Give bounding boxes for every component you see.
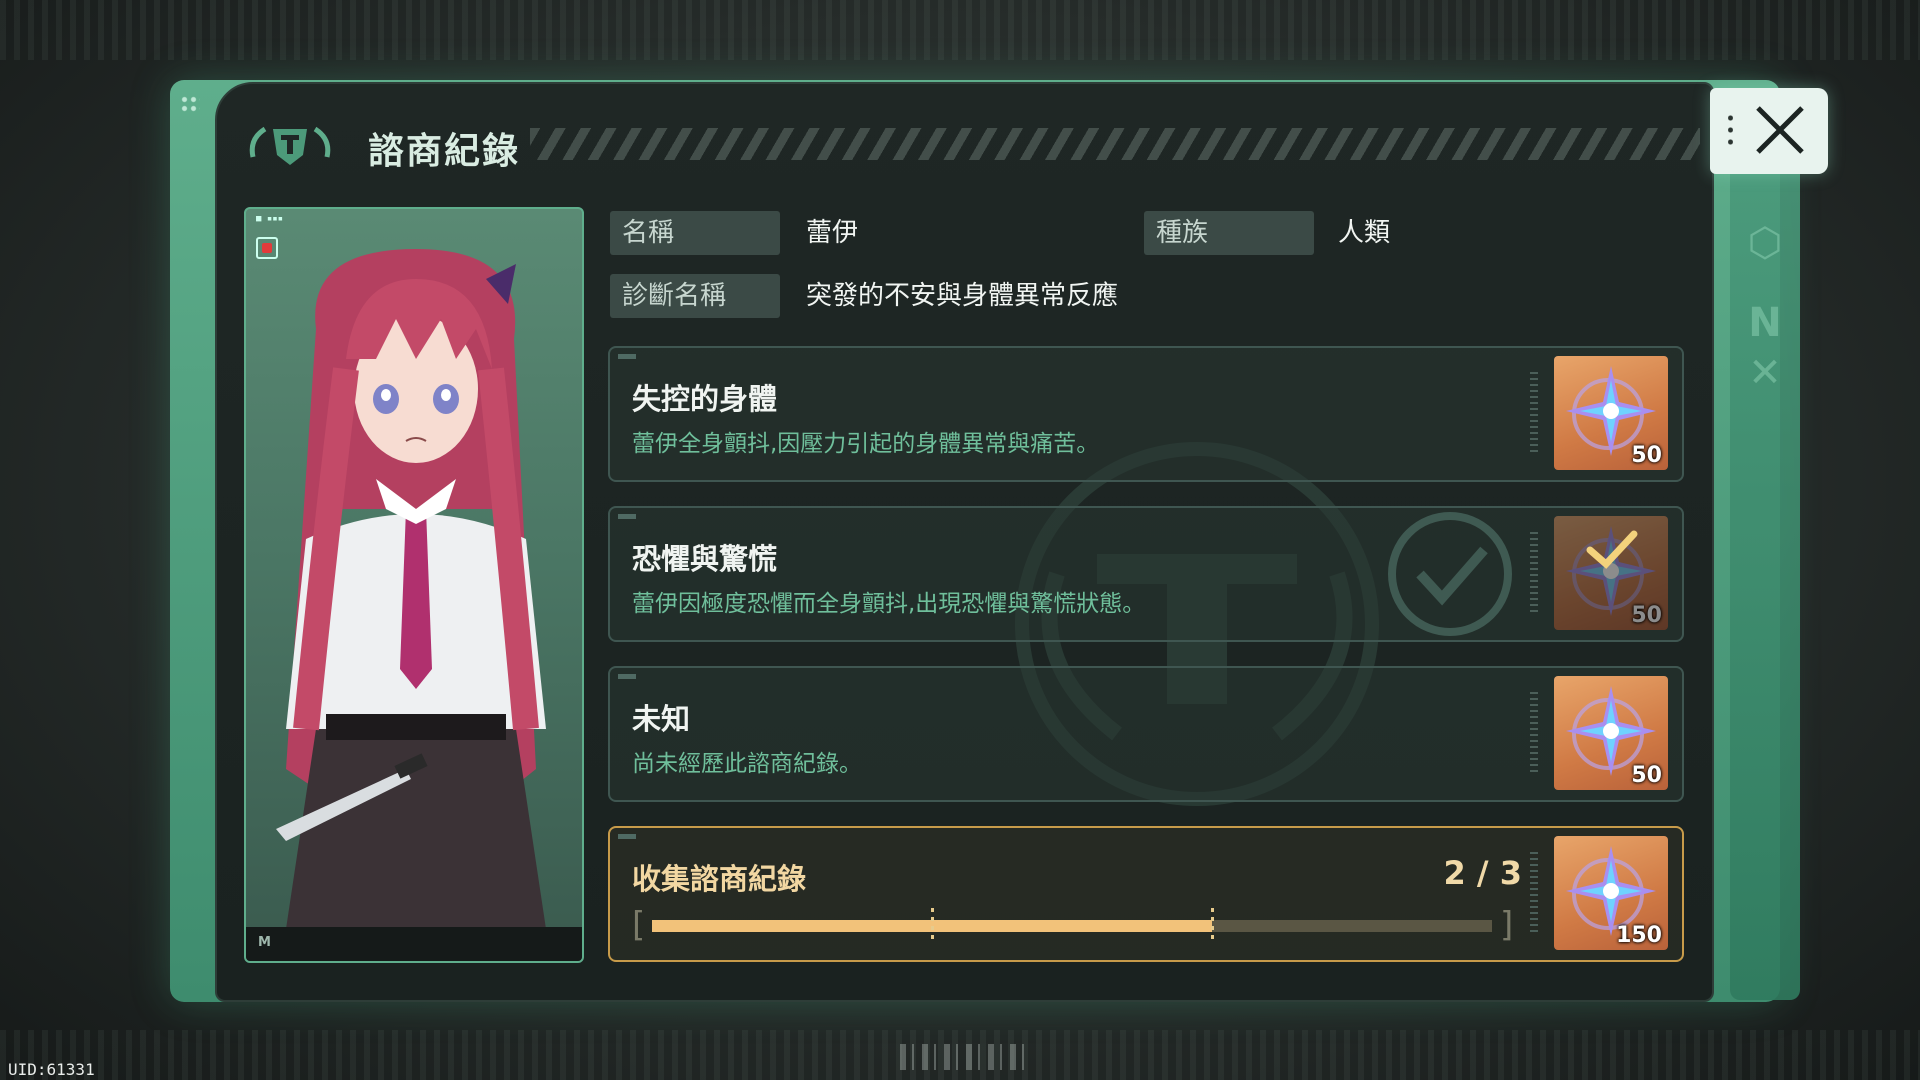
- progress-bracket-left: [: [632, 905, 646, 945]
- card-ticks: [1530, 532, 1538, 616]
- top-decor-band: [0, 0, 1920, 60]
- card-ticks: [1530, 692, 1538, 776]
- diagnosis-value: 突發的不安與身體異常反應: [806, 281, 1119, 311]
- completed-check-icon: [1388, 512, 1512, 636]
- emblem-icon: ⬡: [1747, 220, 1783, 266]
- collection-title: 收集諮商紀錄: [632, 862, 807, 896]
- record-card[interactable]: 恐懼與驚慌 蕾伊因極度恐懼而全身顫抖,出現恐懼與驚慌狀態。 50: [608, 506, 1684, 642]
- close-button[interactable]: [1710, 88, 1828, 174]
- record-card[interactable]: 未知 尚未經歷此諮商紀錄。 50: [608, 666, 1684, 802]
- race-value: 人類: [1338, 218, 1391, 248]
- bottom-barcode-decor: [900, 1044, 1030, 1070]
- record-title: 恐懼與驚慌: [632, 542, 778, 576]
- record-description: 蕾伊因極度恐懼而全身顫抖,出現恐懼與驚慌狀態。: [632, 591, 1146, 617]
- x-glyph-icon: ✕: [1748, 350, 1782, 396]
- portrait-footer: M: [246, 927, 582, 961]
- progress-milestone-marker: [1211, 908, 1214, 944]
- side-decor-strip: ⬡ N ✕: [1730, 160, 1800, 1000]
- uid-text: UID:61331: [8, 1060, 95, 1079]
- card-notch: [618, 514, 636, 519]
- portrait-logo-icon: M: [258, 935, 271, 950]
- card-notch: [618, 674, 636, 679]
- title-bar: 諮商紀錄: [240, 118, 1700, 172]
- collection-count: 2 / 3: [1443, 854, 1523, 892]
- card-notch: [618, 354, 636, 359]
- close-icon: [1756, 106, 1804, 154]
- record-card[interactable]: 失控的身體 蕾伊全身顫抖,因壓力引起的身體異常與痛苦。 50: [608, 346, 1684, 482]
- collection-progress-card[interactable]: 收集諮商紀錄 2 / 3 [ ] 150: [608, 826, 1684, 962]
- reward-amount: 50: [1631, 763, 1662, 788]
- collection-reward-item[interactable]: 150: [1554, 836, 1668, 950]
- reward-amount: 50: [1631, 443, 1662, 468]
- claimed-check-icon: [1586, 530, 1638, 569]
- race-label: 種族: [1144, 211, 1314, 255]
- card-ticks: [1530, 852, 1538, 936]
- progress-milestone-marker: [931, 908, 934, 944]
- dialog-title: 諮商紀錄: [368, 131, 521, 172]
- collection-progress-bar: [652, 908, 1492, 944]
- diagnosis-label: 診斷名稱: [610, 274, 780, 318]
- reward-amount: 50: [1631, 603, 1662, 628]
- reward-item[interactable]: 50: [1554, 356, 1668, 470]
- name-value: 蕾伊: [806, 218, 859, 248]
- reward-item[interactable]: 50: [1554, 676, 1668, 790]
- progress-bracket-right: ]: [1500, 905, 1514, 945]
- character-portrait: ■ ▪▪▪ M: [244, 207, 584, 963]
- n-glyph-icon: N: [1748, 300, 1782, 346]
- card-notch: [618, 834, 636, 839]
- record-title: 失控的身體: [632, 382, 778, 416]
- frame-dots-icon: [180, 95, 200, 113]
- side-decor-text: [1752, 400, 1782, 650]
- record-title: 未知: [632, 702, 691, 736]
- reward-amount: 150: [1616, 923, 1662, 948]
- laurel-emblem-icon: [245, 121, 335, 169]
- vertical-dots-icon: [1728, 112, 1733, 148]
- card-ticks: [1530, 372, 1538, 456]
- name-label: 名稱: [610, 211, 780, 255]
- record-description: 尚未經歷此諮商紀錄。: [632, 751, 862, 777]
- title-stripes: [530, 128, 1700, 160]
- record-description: 蕾伊全身顫抖,因壓力引起的身體異常與痛苦。: [632, 431, 1100, 457]
- character-illustration: [276, 249, 546, 929]
